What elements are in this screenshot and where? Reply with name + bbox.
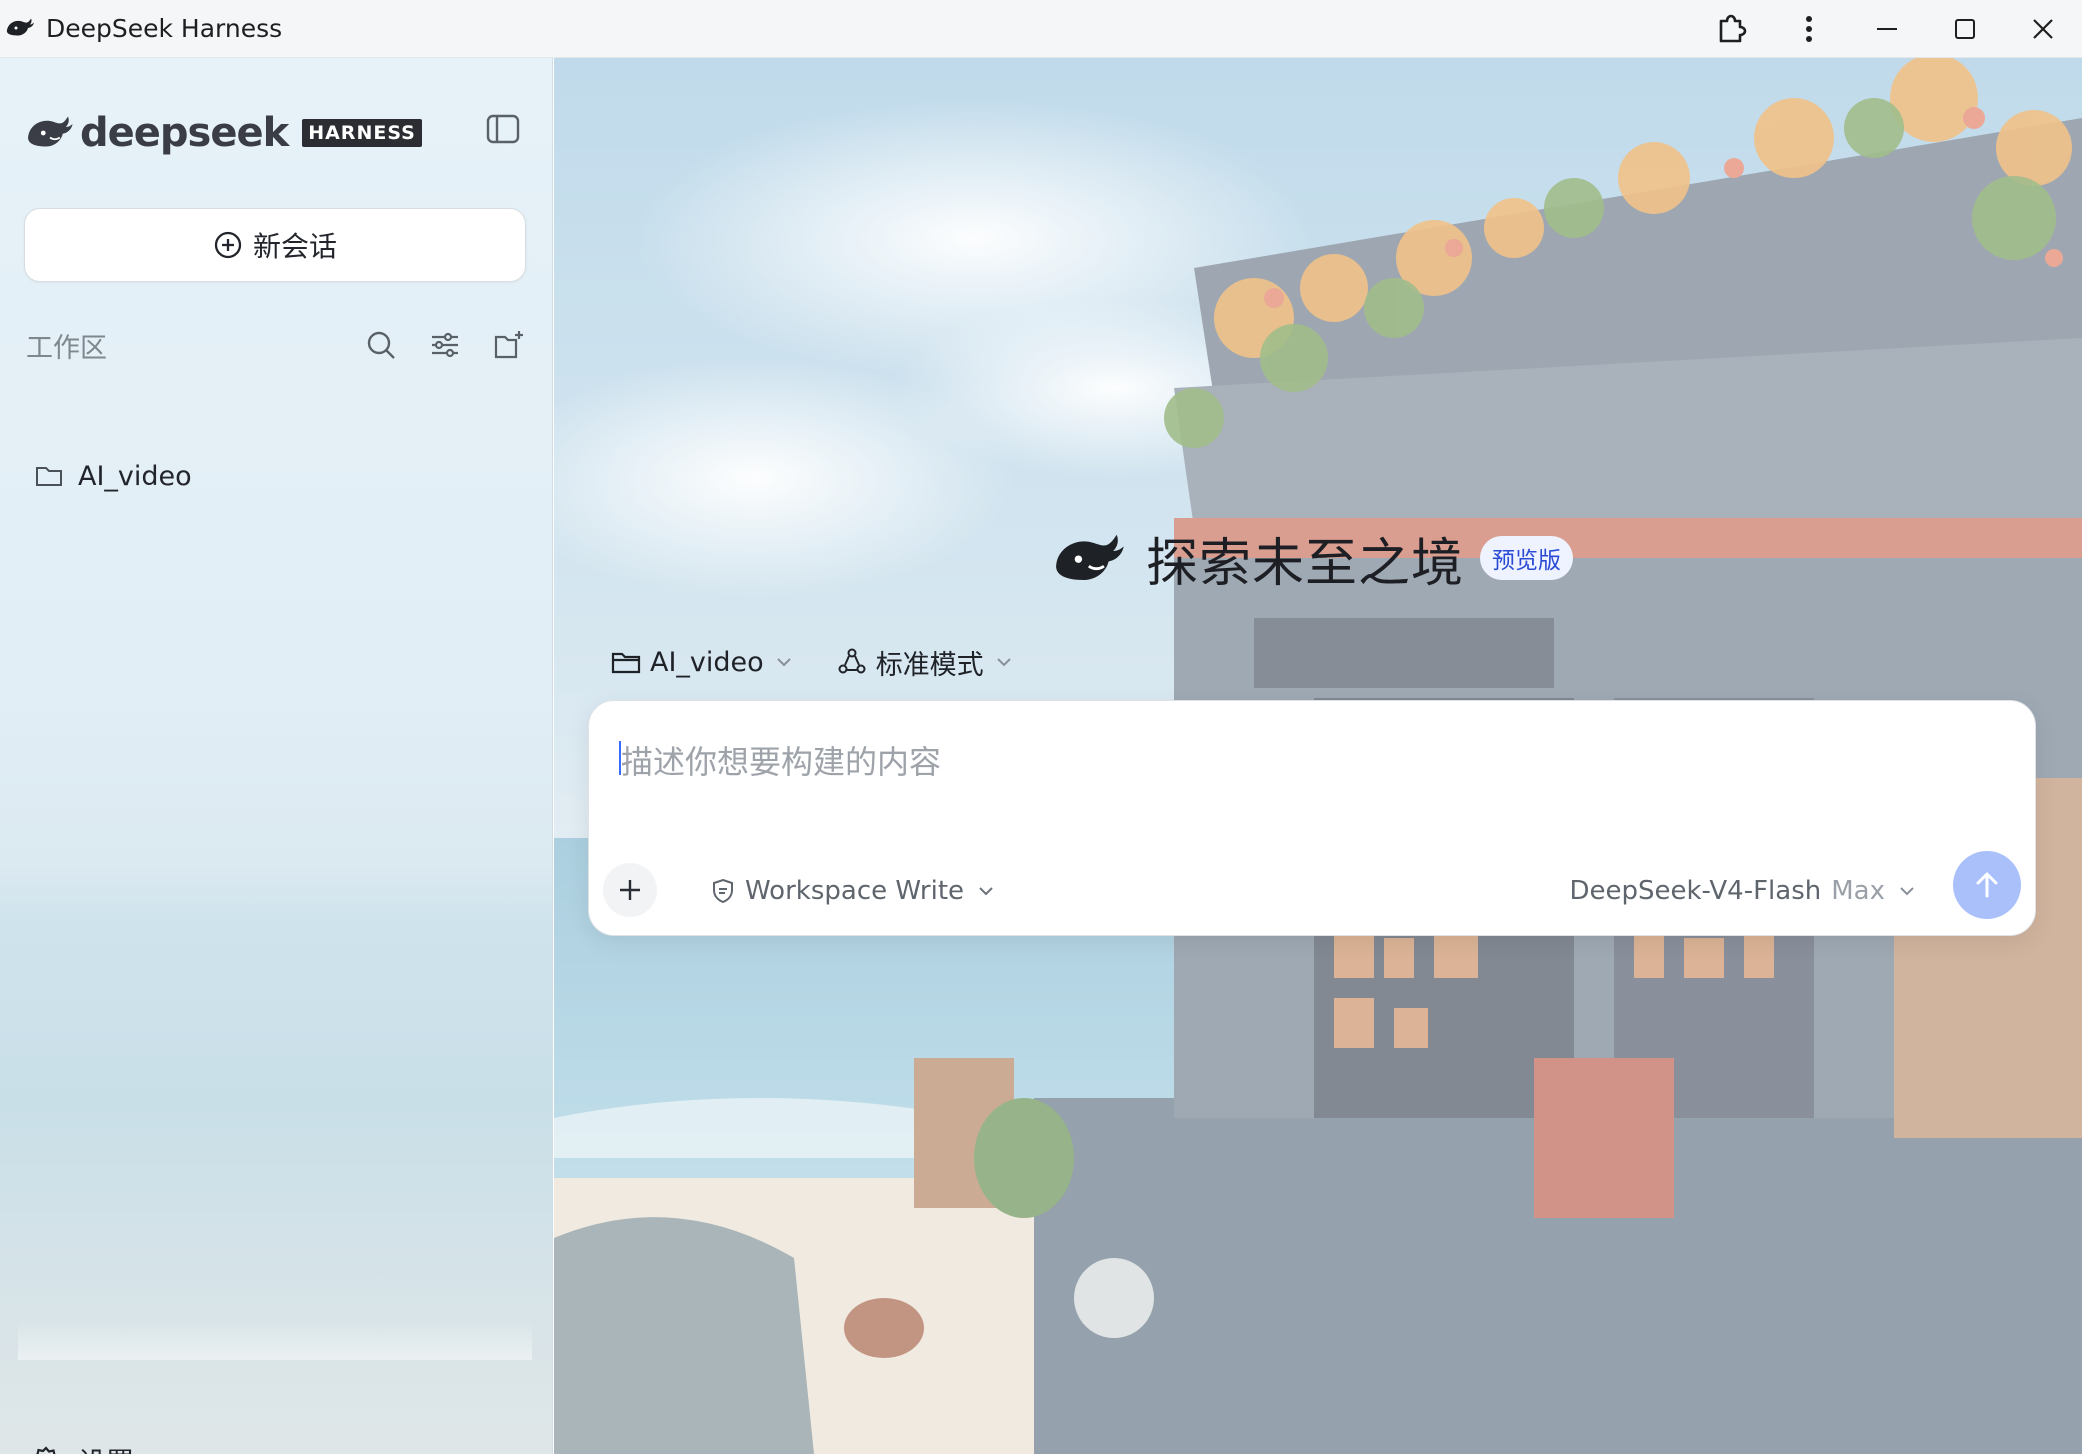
sidebar: deepseek HARNESS 新会话 工作区 AI_video [0, 58, 553, 1454]
chevron-down-icon [996, 658, 1011, 667]
brand-badge: HARNESS [302, 119, 422, 147]
chevron-down-icon [1900, 887, 1914, 896]
maximize-button[interactable] [1926, 0, 2004, 58]
settings-label: 设置 [78, 1441, 134, 1454]
plus-icon [620, 880, 640, 900]
whale-logo-icon [28, 116, 73, 147]
plus-circle-icon [214, 231, 242, 259]
new-chat-button[interactable]: 新会话 [24, 208, 526, 282]
search-icon [367, 331, 395, 359]
more-vert-icon [1806, 16, 1812, 42]
brand-logo: deepseek HARNESS [26, 108, 422, 158]
model-name: DeepSeek-V4-Flash [1569, 876, 1822, 906]
hero-title: 探索未至之境 [1146, 533, 1465, 594]
send-button[interactable] [1953, 851, 2021, 919]
composer-controls: AI_video 标准模式 [610, 634, 1056, 690]
workspace-item-ai-video[interactable]: AI_video [34, 454, 192, 498]
message-composer[interactable]: 描述你想要构建的内容 Workspace Write DeepSeek-V4-F… [588, 700, 2036, 936]
extension-icon [1719, 14, 1747, 43]
composer-input[interactable]: 描述你想要构建的内容 [621, 737, 941, 783]
arrow-up-icon [1976, 872, 1998, 898]
minimize-button[interactable] [1848, 0, 1926, 58]
sidebar-fade [18, 1320, 532, 1360]
mode-icon [838, 648, 866, 674]
new-workspace-button[interactable] [492, 328, 526, 362]
search-workspace-button[interactable] [364, 328, 398, 362]
permission-label: Workspace Write [745, 876, 965, 906]
permission-selector[interactable]: Workspace Write [709, 871, 996, 911]
workspace-header: 工作区 [26, 320, 526, 370]
whale-logo-icon [1056, 534, 1124, 581]
model-selector[interactable]: DeepSeek-V4-Flash Max [1569, 871, 1917, 911]
chevron-down-icon [979, 887, 993, 896]
filter-icon [432, 332, 458, 358]
gear-icon [35, 1446, 56, 1454]
hero: 探索未至之境 预览版 [1052, 513, 1574, 603]
mode-selector-label: 标准模式 [875, 649, 984, 681]
shield-icon [713, 878, 733, 904]
close-button[interactable] [2004, 0, 2082, 58]
app-whale-icon [6, 18, 34, 35]
workspace-header-label: 工作区 [26, 332, 107, 364]
chevron-down-icon [776, 658, 791, 667]
model-level: Max [1831, 876, 1885, 906]
settings-button[interactable]: 设置 [30, 1438, 134, 1454]
folder-icon [36, 467, 62, 486]
attach-button[interactable] [603, 863, 657, 917]
window-titlebar: DeepSeek Harness [0, 0, 2082, 58]
brand-wordmark: deepseek [80, 110, 289, 156]
project-selector-label: AI_video [650, 646, 764, 678]
new-folder-icon [494, 331, 523, 359]
more-menu-button[interactable] [1770, 0, 1848, 58]
mode-selector[interactable]: 标准模式 [836, 643, 1014, 682]
preview-badge: 预览版 [1480, 536, 1574, 580]
main-panel: 探索未至之境 预览版 AI_video 标准模式 描述你想要构建的内容 Work… [554, 58, 2082, 1454]
new-chat-label: 新会话 [252, 230, 337, 263]
window-title: DeepSeek Harness [46, 14, 283, 43]
extension-button[interactable] [1692, 0, 1770, 58]
sidebar-toggle-icon[interactable] [484, 110, 522, 148]
maximize-icon [1955, 19, 1975, 39]
minimize-icon [1877, 28, 1897, 30]
project-selector[interactable]: AI_video [610, 646, 794, 678]
close-icon [2033, 19, 2053, 39]
filter-workspace-button[interactable] [428, 328, 462, 362]
workspace-item-label: AI_video [78, 460, 192, 492]
folder-icon [611, 652, 641, 674]
